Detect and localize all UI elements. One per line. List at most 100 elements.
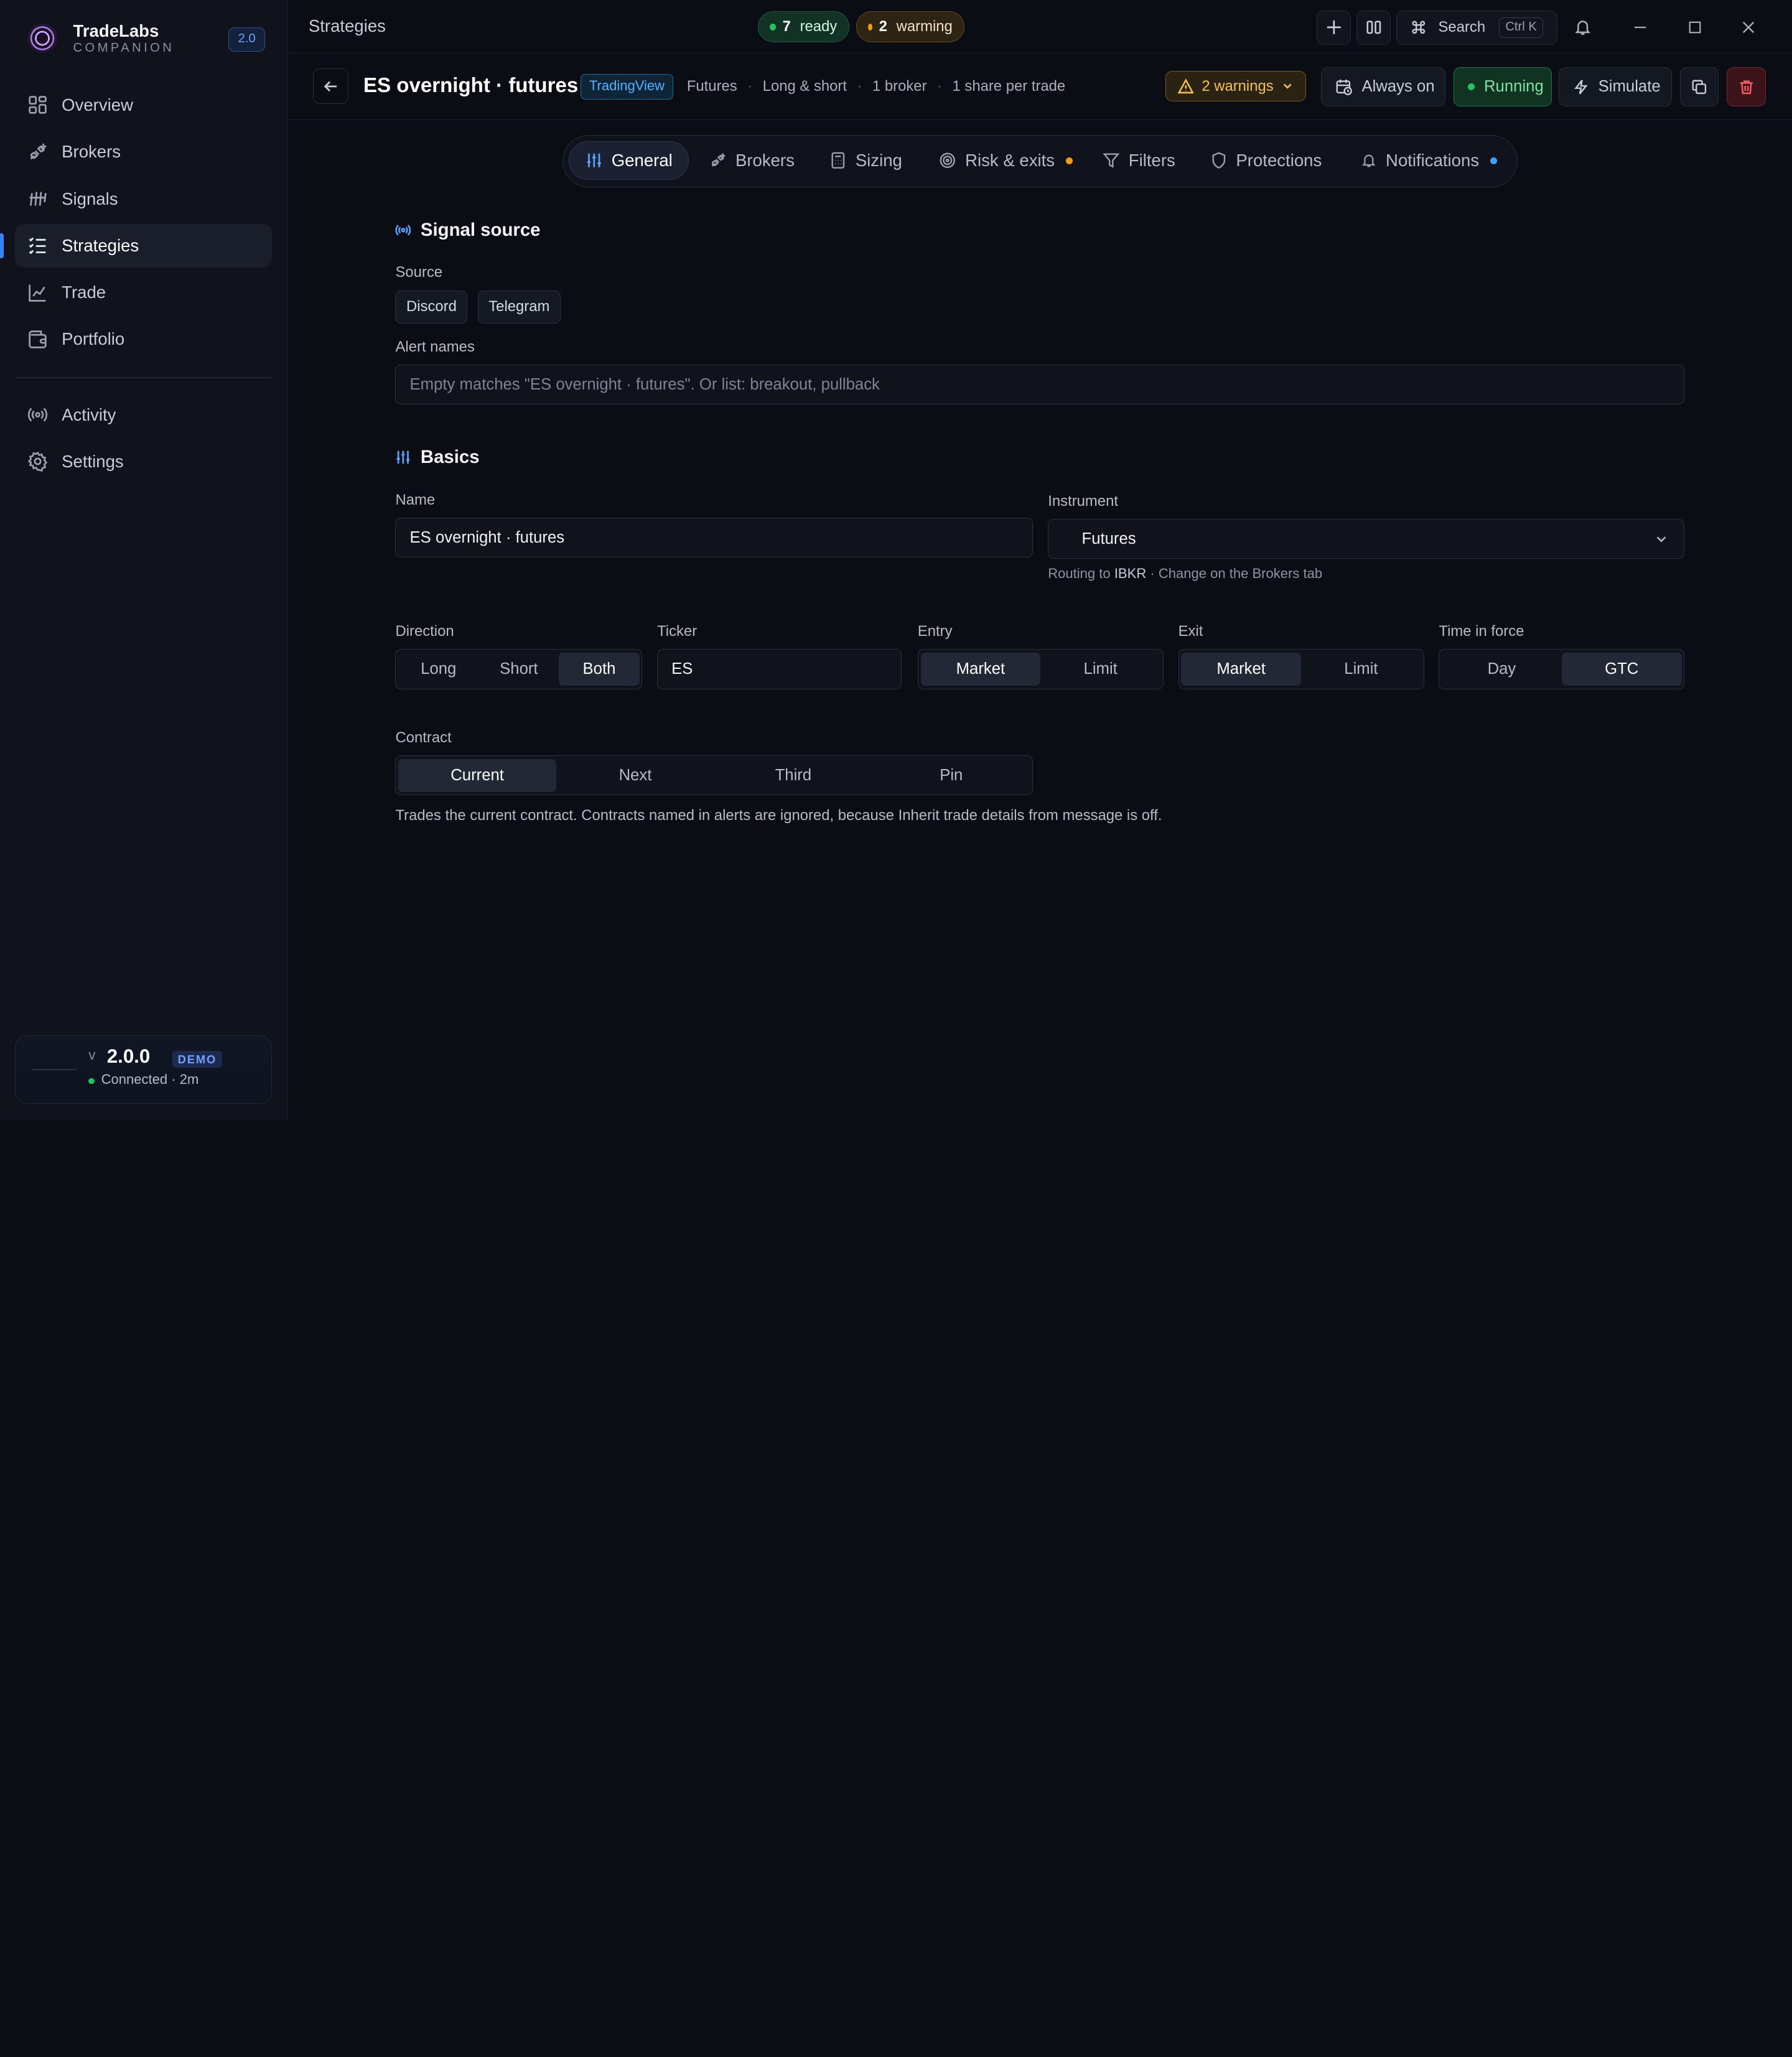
schedule-label: Always on xyxy=(1361,78,1435,96)
sidebar-item-label: Portfolio xyxy=(62,329,125,349)
direction-short-option[interactable]: Short xyxy=(478,653,559,686)
minimize-icon xyxy=(1633,21,1647,34)
sidebar-item-trade[interactable]: Trade xyxy=(15,271,272,314)
contract-next-option[interactable]: Next xyxy=(556,759,714,792)
meta-instrument: Futures xyxy=(686,77,737,95)
entry-segmented: Market Limit xyxy=(917,649,1164,689)
routing-broker[interactable]: IBKR xyxy=(1114,566,1146,581)
tab-sizing[interactable]: Sizing xyxy=(814,141,918,180)
schedule-button[interactable]: Always on xyxy=(1321,67,1446,106)
notifications-dot xyxy=(1490,157,1498,164)
contract-note: Trades the current contract. Contracts n… xyxy=(395,806,1162,824)
filter-icon xyxy=(1102,152,1120,169)
meta-brokers: 1 broker xyxy=(872,77,927,95)
connection-status-dot xyxy=(88,1078,95,1084)
tif-gtc-option[interactable]: GTC xyxy=(1561,652,1682,686)
tab-label: Sizing xyxy=(855,151,902,170)
tab-general[interactable]: General xyxy=(568,141,689,180)
chart-line-icon xyxy=(27,282,48,303)
source-discord-chip[interactable]: Discord xyxy=(395,290,468,324)
tab-risk-exits[interactable]: Risk & exits xyxy=(923,141,1089,180)
warnings-dropdown[interactable]: 2 warnings xyxy=(1165,70,1307,102)
plus-icon xyxy=(1326,19,1342,35)
wallet-icon xyxy=(27,329,48,350)
notifications-button[interactable] xyxy=(1571,16,1594,39)
direction-segmented: Long Short Both xyxy=(395,649,643,689)
tif-day-option[interactable]: Day xyxy=(1442,653,1562,686)
trash-icon xyxy=(1738,79,1755,95)
contract-pin-option[interactable]: Pin xyxy=(872,759,1030,792)
contract-current-option[interactable]: Current xyxy=(398,758,557,792)
warming-count: 2 xyxy=(879,18,887,35)
running-dot xyxy=(1468,83,1475,91)
ready-status-pill[interactable]: 7 ready xyxy=(757,11,849,42)
delete-button[interactable] xyxy=(1727,67,1766,106)
close-icon xyxy=(1742,21,1755,34)
direction-long-option[interactable]: Long xyxy=(398,653,478,686)
direction-label: Direction xyxy=(395,623,454,640)
calculator-icon xyxy=(830,152,846,169)
version-prefix: v xyxy=(88,1047,96,1063)
sidebar-divider xyxy=(14,377,273,378)
tab-label: Filters xyxy=(1128,151,1175,170)
name-input[interactable]: ES overnight · futures xyxy=(395,518,1034,558)
bolt-icon xyxy=(1573,79,1589,95)
close-window-button[interactable] xyxy=(1737,16,1760,39)
name-label: Name xyxy=(395,491,436,508)
entry-market-option[interactable]: Market xyxy=(920,652,1041,686)
tab-label: Risk & exits xyxy=(965,151,1055,170)
minimize-button[interactable] xyxy=(1628,16,1651,39)
simulate-button[interactable]: Simulate xyxy=(1559,67,1673,106)
direction-both-option[interactable]: Both xyxy=(559,652,640,686)
maximize-button[interactable] xyxy=(1683,16,1706,39)
page-title: Strategies xyxy=(308,16,386,35)
calendar-clock-icon xyxy=(1335,78,1353,96)
sidebar-item-label: Brokers xyxy=(62,142,121,162)
sidebar-item-settings[interactable]: Settings xyxy=(15,440,272,483)
ticker-input[interactable]: ES xyxy=(657,649,902,689)
sidebar-item-signals[interactable]: Signals xyxy=(15,177,272,221)
section-title-text: Signal source xyxy=(420,219,541,240)
alert-names-input[interactable]: Empty matches "ES overnight · futures". … xyxy=(395,364,1685,405)
source-badge: TradingView xyxy=(581,74,673,100)
ticker-label: Ticker xyxy=(657,623,698,640)
sidebar-item-activity[interactable]: Activity xyxy=(15,393,272,437)
duplicate-button[interactable] xyxy=(1679,67,1719,106)
sidebar-item-label: Settings xyxy=(62,451,124,471)
basics-section-title: Basics xyxy=(395,447,480,468)
running-status-button[interactable]: Running xyxy=(1454,67,1552,106)
instrument-select[interactable]: Futures xyxy=(1048,518,1685,559)
search-button[interactable]: Search Ctrl K xyxy=(1396,10,1558,45)
entry-limit-option[interactable]: Limit xyxy=(1040,653,1160,686)
sidebar-item-strategies[interactable]: Strategies xyxy=(0,223,273,268)
contract-third-option[interactable]: Third xyxy=(714,759,872,792)
warming-status-pill[interactable]: 2 warming xyxy=(856,11,965,42)
exit-market-option[interactable]: Market xyxy=(1181,652,1302,686)
connection-status-text: Connected · 2m xyxy=(101,1071,199,1087)
tab-filters[interactable]: Filters xyxy=(1086,141,1192,180)
chevron-down-icon xyxy=(1282,80,1293,91)
ready-count: 7 xyxy=(782,18,791,35)
tab-brokers[interactable]: Brokers xyxy=(693,141,811,180)
columns-button[interactable] xyxy=(1356,10,1391,45)
tab-label: Protections xyxy=(1236,151,1322,170)
sidebar-item-overview[interactable]: Overview xyxy=(15,83,272,127)
tab-label: General xyxy=(611,151,673,170)
brand[interactable]: TradeLabs COMPANION xyxy=(27,21,174,56)
sliders-icon xyxy=(395,449,411,465)
contract-segmented: Current Next Third Pin xyxy=(395,755,1034,796)
back-button[interactable] xyxy=(313,68,349,105)
tab-notifications[interactable]: Notifications xyxy=(1345,141,1513,180)
exit-limit-option[interactable]: Limit xyxy=(1301,653,1421,686)
sidebar-item-label: Strategies xyxy=(62,235,139,255)
source-telegram-chip[interactable]: Telegram xyxy=(477,290,561,324)
simulate-label: Simulate xyxy=(1598,78,1661,96)
list-icon xyxy=(27,235,48,256)
sidebar-item-brokers[interactable]: Brokers xyxy=(15,130,272,174)
sidebar-item-portfolio[interactable]: Portfolio xyxy=(15,317,272,361)
shield-icon xyxy=(1211,152,1227,169)
sidebar-nav-secondary: Activity Settings xyxy=(15,393,272,487)
add-button[interactable] xyxy=(1316,10,1351,45)
tab-protections[interactable]: Protections xyxy=(1195,141,1338,180)
app-version: 2.0.0 xyxy=(106,1045,151,1067)
